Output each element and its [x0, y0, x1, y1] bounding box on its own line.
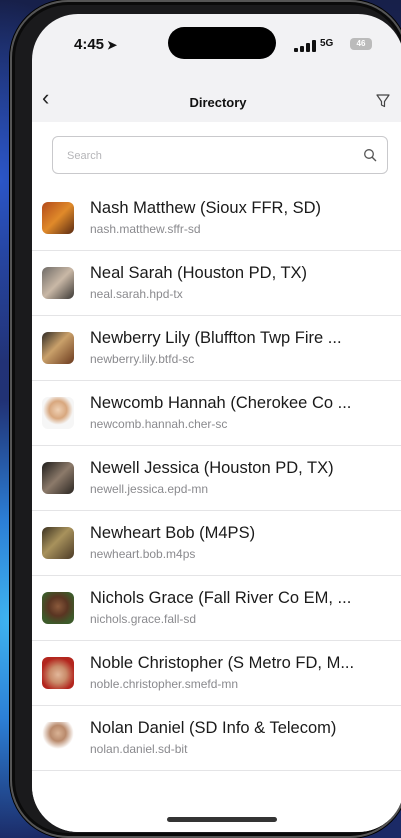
contact-handle: newberry.lily.btfd-sc: [90, 352, 195, 366]
contact-list: Nash Matthew (Sioux FFR, SD) nash.matthe…: [32, 186, 401, 771]
dynamic-island: [168, 27, 276, 59]
status-bar: 4:45 ➤ 5G 46: [32, 14, 401, 78]
contact-row[interactable]: Nichols Grace (Fall River Co EM, ... nic…: [32, 576, 401, 641]
contact-name: Neal Sarah (Houston PD, TX): [90, 264, 308, 282]
contact-row[interactable]: Newcomb Hannah (Cherokee Co ... newcomb.…: [32, 381, 401, 446]
contact-name: Newberry Lily (Bluffton Twp Fire ...: [90, 329, 342, 347]
contact-row[interactable]: Noble Christopher (S Metro FD, M... nobl…: [32, 641, 401, 706]
avatar: [42, 332, 74, 364]
contact-name: Nash Matthew (Sioux FFR, SD): [90, 199, 322, 217]
contact-row[interactable]: Neal Sarah (Houston PD, TX) neal.sarah.h…: [32, 251, 401, 316]
avatar: [42, 722, 74, 754]
avatar: [42, 657, 74, 689]
cellular-signal-icon: [294, 40, 316, 52]
avatar: [42, 592, 74, 624]
contact-name: Nichols Grace (Fall River Co EM, ...: [90, 589, 352, 607]
page-title: Directory: [189, 95, 247, 110]
avatar: [42, 462, 74, 494]
navigation-bar: ‹ Directory: [32, 78, 401, 122]
filter-icon[interactable]: [375, 93, 391, 109]
phone-frame: 4:45 ➤ 5G 46 ‹ Directory Search Nash Mat…: [10, 0, 401, 838]
contact-name: Newheart Bob (M4PS): [90, 524, 256, 542]
contact-handle: nichols.grace.fall-sd: [90, 612, 197, 626]
contact-name: Noble Christopher (S Metro FD, M...: [90, 654, 355, 672]
search-box[interactable]: [52, 136, 388, 175]
contact-name: Newell Jessica (Houston PD, TX): [90, 459, 334, 477]
contact-handle: newcomb.hannah.cher-sc: [90, 417, 228, 431]
battery-level: 46: [356, 39, 366, 48]
status-time: 4:45 ➤: [74, 36, 117, 53]
search-icon[interactable]: [363, 148, 377, 162]
avatar: [42, 202, 74, 234]
contact-name: Newcomb Hannah (Cherokee Co ...: [90, 394, 352, 412]
battery-icon: 46: [350, 38, 372, 50]
network-type: 5G: [320, 38, 334, 49]
contact-row[interactable]: Newberry Lily (Bluffton Twp Fire ... new…: [32, 316, 401, 381]
contact-row[interactable]: Newell Jessica (Houston PD, TX) newell.j…: [32, 446, 401, 511]
contact-handle: newell.jessica.epd-mn: [90, 482, 209, 496]
avatar: [42, 397, 74, 429]
status-time-text: 4:45: [74, 36, 105, 53]
contact-row[interactable]: Newheart Bob (M4PS) newheart.bob.m4ps: [32, 511, 401, 576]
contact-handle: nolan.daniel.sd-bit: [90, 742, 188, 756]
contact-row[interactable]: Nolan Daniel (SD Info & Telecom) nolan.d…: [32, 706, 401, 771]
location-arrow-icon: ➤: [107, 38, 118, 52]
contact-handle: neal.sarah.hpd-tx: [90, 287, 183, 301]
search-input[interactable]: [65, 137, 349, 175]
contact-handle: noble.christopher.smefd-mn: [90, 677, 239, 691]
avatar: [42, 527, 74, 559]
directory-list-area: Nash Matthew (Sioux FFR, SD) nash.matthe…: [32, 122, 401, 832]
contact-handle: newheart.bob.m4ps: [90, 547, 196, 561]
contact-row[interactable]: Nash Matthew (Sioux FFR, SD) nash.matthe…: [32, 186, 401, 251]
avatar: [42, 267, 74, 299]
home-indicator[interactable]: [167, 817, 277, 822]
app-screen: 4:45 ➤ 5G 46 ‹ Directory Search Nash Mat…: [32, 14, 401, 832]
contact-name: Nolan Daniel (SD Info & Telecom): [90, 719, 337, 737]
contact-handle: nash.matthew.sffr-sd: [90, 222, 201, 236]
